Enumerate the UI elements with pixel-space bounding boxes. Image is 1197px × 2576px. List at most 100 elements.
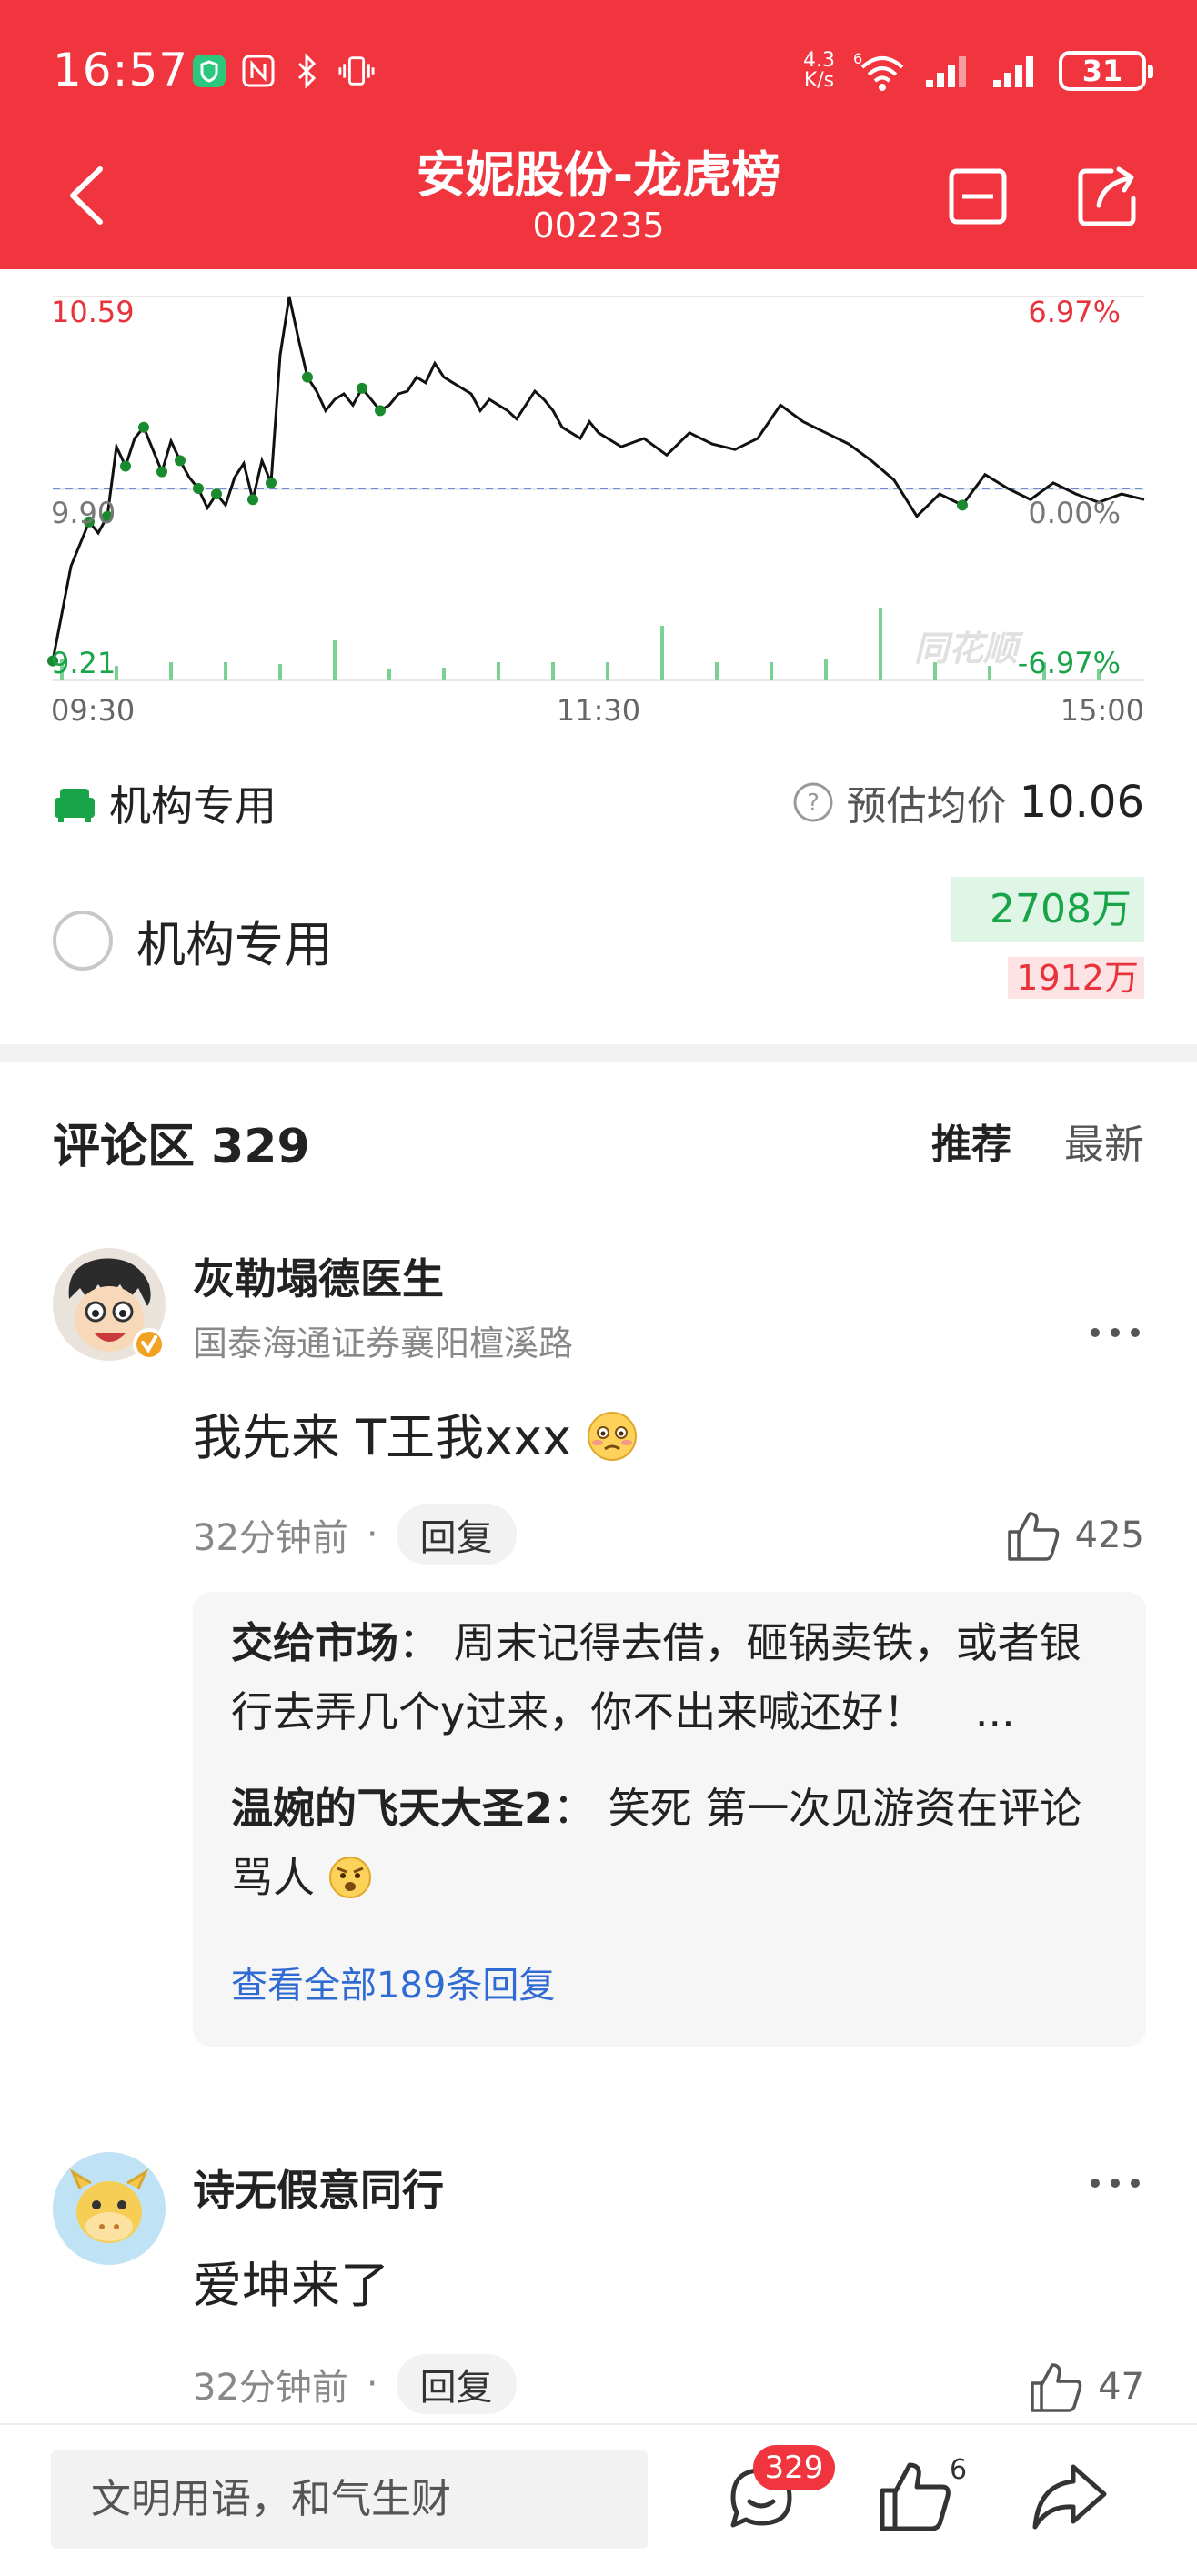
like-total: 6 [950,2454,968,2486]
comment-input[interactable]: 文明用语，和气生财 [51,2450,648,2549]
institution-name: 机构专用 [136,916,333,973]
view-all-replies-link[interactable]: 查看全部189条回复 [231,1956,555,2008]
x-tick: 11:30 [557,693,640,728]
comment-broker: 国泰海通证券襄阳檀溪路 [193,1323,574,1363]
y-right-tick: 6.97% [1028,295,1121,329]
volume-bar [169,662,173,680]
institution-label: 机构专用 [109,781,277,830]
reply-ellipsis: ... [974,1687,1015,1736]
comment-time: 32分钟前 [193,1517,348,1559]
x-tick: 15:00 [1061,693,1144,728]
price-line [51,296,1145,661]
comments-title: 评论区 329 [53,1120,310,1174]
net-speed: 4.3 K/s [803,49,835,92]
y-left-tick: 10.59 [51,295,135,329]
avatar[interactable] [53,1248,166,1361]
share-icon[interactable] [1075,164,1141,229]
status-time: 16:57 [53,44,189,96]
y-right-tick: 0.00% [1028,496,1121,530]
trade-point [156,466,167,478]
sofa-icon [55,789,95,822]
intraday-price-chart[interactable]: 同花顺 10.59 9.90 9.21 6.97% 0.00% -6.97% 09:30 11:… [0,269,1197,742]
like-count: 47 [1098,2366,1144,2408]
trade-point [193,483,204,494]
meta-dot: · [366,2363,378,2405]
stock-code: 002235 [532,206,665,246]
comment-sort-tabs: 推荐 最新 [931,1112,1144,1170]
volume-bar [497,662,500,680]
shocked-face-emoji-icon [328,1857,371,1898]
trade-point [266,477,277,488]
buy-amount: 2708万 [951,877,1144,942]
thumbs-up-icon [1031,2363,1082,2412]
help-icon[interactable]: ? [792,781,834,823]
status-right: 4.3 K/s 6 31 [803,47,1153,95]
status-icons [191,51,375,91]
y-left-tick: 9.90 [51,496,116,530]
comment-meta: 32分钟前 · 回复 [193,1504,517,1565]
tab-recommended[interactable]: 推荐 [931,1112,1011,1170]
like-button[interactable]: 47 [1027,2360,1144,2414]
wifi-icon: 6 [853,51,904,91]
volume-bar [770,662,773,680]
tab-latest[interactable]: 最新 [1064,1112,1144,1170]
forward-share-icon[interactable] [1028,2456,1110,2538]
comment-author[interactable]: 诗无假意同行 [193,2158,444,2218]
volume-bar [933,662,937,680]
reply-item: 交给市场： 周末记得去借，砸锅卖铁，或者银行去弄几个y过来，你不出来喊还好！ .… [231,1618,1081,1736]
minimize-window-icon[interactable] [946,164,1011,229]
signal-icon-2 [993,56,1033,87]
nfc-icon [240,53,277,89]
shield-app-icon [191,53,227,89]
chart-watermark: 同花顺 [914,629,1024,669]
volume-bar [387,669,391,680]
like-count: 425 [1074,1514,1144,1556]
volume-bar [879,608,882,680]
volume-bar [278,664,282,680]
trade-point [120,460,131,472]
avg-price: ? 预估均价 10.06 [792,773,1144,831]
institution-summary: 机构专用 [53,773,277,833]
comment-text: 我先来 T王我xxx [193,1397,638,1469]
sell-amount: 1912万 [1008,957,1144,999]
comment-author[interactable]: 灰勒塌德医生 [193,1246,444,1306]
thumbs-up-icon[interactable] [873,2456,955,2538]
avg-price-value: 10.06 [1019,777,1144,828]
svg-text:6: 6 [853,51,862,67]
bluetooth-icon [289,53,326,89]
volume-bar [660,626,664,680]
comment-text: 爱坤来了 [193,2257,389,2314]
y-right-tick: -6.97% [1018,646,1121,680]
like-button[interactable]: 425 [1004,1508,1144,1563]
trade-point [375,405,386,417]
institution-row[interactable]: 机构专用 [53,904,333,976]
volume-bar [715,662,719,680]
volume-bar [551,662,555,680]
select-radio[interactable] [53,910,113,971]
signal-icon-1 [926,56,966,87]
vibrate-icon [338,53,375,89]
reply-author[interactable]: 温婉的飞天大圣2 [231,1784,553,1833]
more-options-icon[interactable] [1088,2174,1142,2192]
reply-button[interactable]: 回复 [396,1504,517,1565]
status-bar: 16:57 4.3 K/s 6 31 [0,0,1197,146]
comment-meta: 32分钟前 · 回复 [193,2354,517,2414]
thumbs-up-icon [1007,1512,1059,1561]
volume-bar [988,666,991,680]
trade-point [357,382,367,394]
avatar[interactable] [53,2152,166,2265]
reply-author[interactable]: 交给市场 [231,1618,398,1667]
reply-preview[interactable]: 交给市场： 周末记得去借，砸锅卖铁，或者银行去弄几个y过来，你不出来喊还好！ .… [193,1592,1146,2047]
more-options-icon[interactable] [1088,1323,1142,1342]
comment-time: 32分钟前 [193,2367,348,2409]
battery-icon: 31 [1059,51,1153,91]
bottom-action-bar: 文明用语，和气生财 329 6 [0,2423,1197,2576]
reply-button[interactable]: 回复 [396,2354,517,2414]
trade-point [957,499,968,511]
trade-point [247,494,258,506]
flushed-face-emoji-icon [588,1412,638,1461]
page-title: 安妮股份-龙虎榜 [416,146,781,204]
volume-bar [224,662,227,680]
x-tick: 09:30 [51,693,135,728]
trade-point [302,371,313,383]
